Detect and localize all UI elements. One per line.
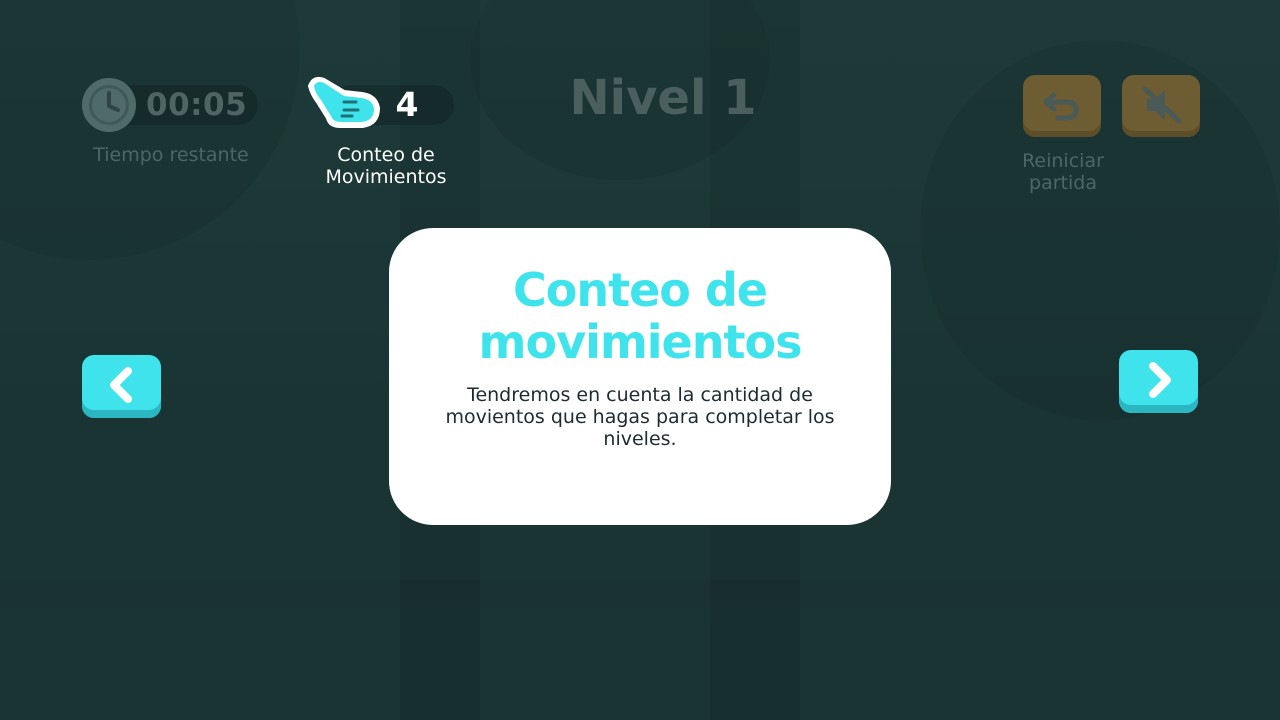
moves-count: 4 (395, 85, 419, 124)
previous-button[interactable] (82, 355, 161, 418)
next-button[interactable] (1119, 350, 1198, 413)
card-title: Conteo de movimientos (478, 263, 803, 369)
timer-value: 00:05 (146, 87, 248, 123)
tutorial-card: Conteo de movimientos Tendremos en cuent… (389, 228, 891, 525)
tap-hand-icon (304, 72, 382, 132)
card-description: Tendremos en cuenta la cantidad de movie… (445, 384, 835, 450)
moves-label: Conteo de Movimientos (325, 144, 447, 188)
timer-label: Tiempo restante (93, 144, 249, 166)
chevron-right-icon (1149, 362, 1171, 398)
chevron-left-icon (110, 367, 132, 403)
clock-icon (80, 76, 138, 134)
restart-button[interactable] (1023, 75, 1101, 137)
restart-label: Reiniciar partida (1022, 150, 1104, 194)
level-title: Nivel 1 (569, 70, 757, 126)
speaker-muted-icon (1142, 86, 1182, 124)
undo-arrow-icon (1043, 92, 1079, 121)
mute-button[interactable] (1122, 75, 1200, 137)
